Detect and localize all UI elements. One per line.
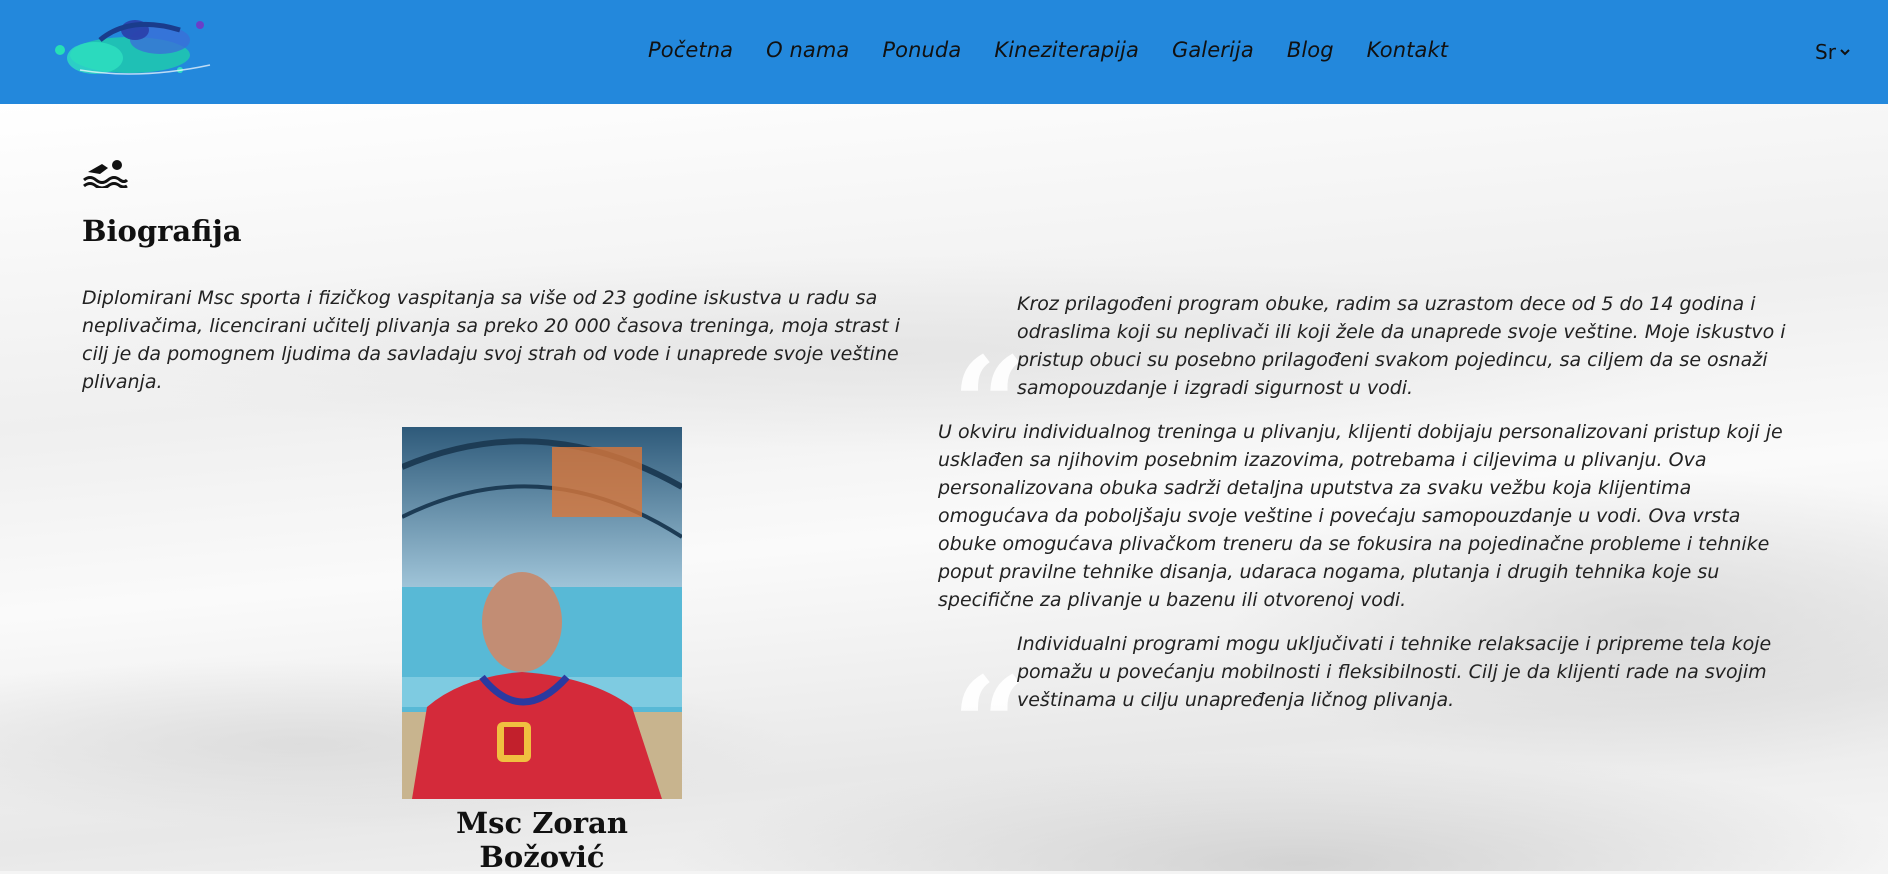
nav-pocetna[interactable]: Početna [648,38,733,62]
swimmer-icon [83,160,128,188]
site-header: Početna O nama Ponuda Kineziterapija Gal… [0,0,1888,104]
coach-photo [402,427,682,799]
coach-name: Msc Zoran Božović [456,806,628,874]
nav-ponuda[interactable]: Ponuda [882,38,961,62]
nav-blog[interactable]: Blog [1287,38,1334,62]
nav-kontakt[interactable]: Kontakt [1367,38,1448,62]
quote-icon: “ [952,648,1027,801]
language-label: Sr [1815,40,1836,64]
training-paragraph: U okviru individualnog treninga u plivan… [938,421,1783,611]
language-selector[interactable]: Sr [1815,40,1850,64]
nav-galerija[interactable]: Galerija [1172,38,1254,62]
quote-2: Individualni programi mogu uključivati i… [1017,633,1772,711]
logo[interactable] [40,10,220,90]
chevron-down-icon [1840,49,1850,56]
bio-intro: Diplomirani Msc sporta i fizičkog vaspit… [82,287,901,393]
main-nav: Početna O nama Ponuda Kineziterapija Gal… [648,38,1481,62]
nav-o-nama[interactable]: O nama [766,38,849,62]
section-title: Biografija [82,214,242,248]
nav-kineziterapija[interactable]: Kineziterapija [994,38,1139,62]
quote-1: Kroz prilagođeni program obuke, radim sa… [1017,293,1786,399]
